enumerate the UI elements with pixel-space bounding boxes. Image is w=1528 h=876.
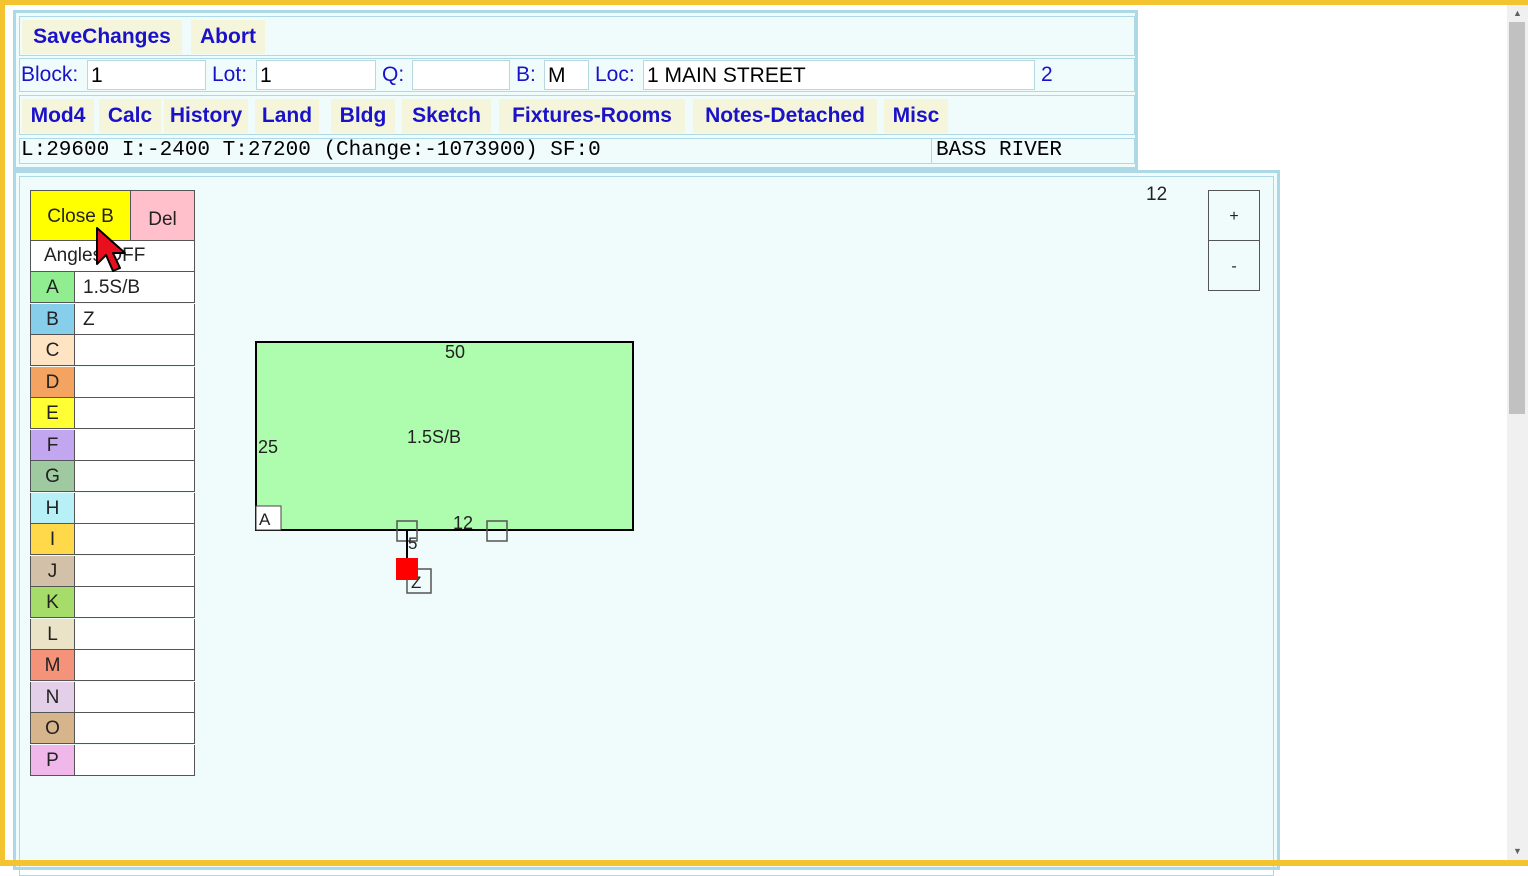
tab-calc[interactable]: Calc (99, 99, 161, 133)
area-letter[interactable]: D (30, 366, 75, 398)
area-letter[interactable]: J (30, 555, 75, 587)
area-code-field[interactable]: Z (75, 303, 195, 335)
area-code-field[interactable]: 1.5S/B (75, 272, 195, 303)
area-row-f[interactable]: F (30, 429, 195, 461)
area-letter[interactable]: G (30, 461, 75, 492)
area-letter[interactable]: K (30, 587, 75, 618)
mouse-pointer-icon (96, 227, 126, 272)
area-row-b[interactable]: BZ (30, 303, 195, 335)
area-code-field[interactable] (75, 429, 195, 461)
area-row-a[interactable]: A 1.5S/B (30, 272, 195, 303)
b-label: B: (516, 63, 536, 86)
scroll-down-icon[interactable]: ▼ (1507, 843, 1528, 860)
area-letter[interactable]: N (30, 681, 75, 713)
status-bar: L:29600 I:-2400 T:27200 (Change:-1073900… (19, 138, 1135, 164)
area-code-field[interactable] (75, 713, 195, 744)
block-label: Block: (21, 63, 79, 86)
block-field[interactable]: 1 (87, 60, 206, 90)
action-bar: SaveChanges Abort (19, 16, 1135, 56)
area-row-o[interactable]: O (30, 713, 195, 744)
area-code-field[interactable] (75, 555, 195, 587)
area-code-field[interactable] (75, 681, 195, 713)
area-code-field[interactable] (75, 366, 195, 398)
valuation-summary: L:29600 I:-2400 T:27200 (Change:-1073900… (21, 139, 601, 162)
area-code-field[interactable] (75, 461, 195, 492)
tab-misc[interactable]: Misc (884, 99, 948, 133)
area-code-field[interactable] (75, 618, 195, 650)
area-row-d[interactable]: D (30, 366, 195, 398)
area-letter[interactable]: C (30, 335, 75, 366)
location-label: Loc: (595, 63, 635, 86)
area-row-h[interactable]: H (30, 492, 195, 524)
tab-bar: Mod4 Calc History Land Bldg Sketch Fixtu… (19, 95, 1135, 135)
record-header-panel: SaveChanges Abort Block: 1 Lot: 1 Q: B: … (13, 10, 1138, 170)
area-code-field[interactable] (75, 492, 195, 524)
zoom-level: 12 (1146, 184, 1168, 205)
area-letter[interactable]: P (30, 744, 75, 776)
b-field[interactable]: M (544, 60, 589, 90)
q-field[interactable] (412, 60, 510, 90)
scrollbar-thumb[interactable] (1509, 22, 1525, 414)
area-letter[interactable]: A (30, 272, 75, 303)
card-number: 2 (1041, 63, 1053, 86)
area-row-e[interactable]: E (30, 398, 195, 429)
tab-bldg[interactable]: Bldg (331, 99, 395, 133)
delete-button[interactable]: Del (131, 190, 195, 241)
tab-mod4[interactable]: Mod4 (22, 99, 94, 133)
sketch-canvas-area[interactable] (19, 176, 1274, 876)
vertical-scrollbar[interactable]: ▲ ▼ (1507, 5, 1528, 860)
tab-fixtures-rooms[interactable]: Fixtures-Rooms (499, 99, 685, 133)
area-letter[interactable]: E (30, 398, 75, 429)
record-fields-bar: Block: 1 Lot: 1 Q: B: M Loc: 1 MAIN STRE… (19, 58, 1135, 92)
area-code-field[interactable] (75, 650, 195, 681)
zoom-in-button[interactable]: + (1208, 190, 1260, 241)
area-row-g[interactable]: G (30, 461, 195, 492)
save-changes-button[interactable]: SaveChanges (22, 20, 182, 54)
lot-field[interactable]: 1 (256, 60, 376, 90)
sketch-panel (13, 170, 1280, 876)
area-letter[interactable]: F (30, 429, 75, 461)
area-letter[interactable]: L (30, 618, 75, 650)
area-row-l[interactable]: L (30, 618, 195, 650)
tab-land[interactable]: Land (255, 99, 319, 133)
area-row-p[interactable]: P (30, 744, 195, 776)
town-name: BASS RIVER (936, 139, 1063, 162)
area-letter[interactable]: O (30, 713, 75, 744)
area-row-j[interactable]: J (30, 555, 195, 587)
area-code-field[interactable] (75, 744, 195, 776)
area-letter[interactable]: B (30, 303, 75, 335)
area-row-n[interactable]: N (30, 681, 195, 713)
tab-sketch[interactable]: Sketch (402, 99, 491, 133)
lot-label: Lot: (212, 63, 248, 86)
area-row-m[interactable]: M (30, 650, 195, 681)
area-letter[interactable]: M (30, 650, 75, 681)
abort-button[interactable]: Abort (191, 20, 265, 54)
area-row-i[interactable]: I (30, 524, 195, 555)
area-row-c[interactable]: C (30, 335, 195, 366)
location-field[interactable]: 1 MAIN STREET (643, 60, 1035, 90)
q-label: Q: (382, 63, 405, 86)
area-letter[interactable]: I (30, 524, 75, 555)
scroll-up-icon[interactable]: ▲ (1507, 5, 1528, 22)
area-code-field[interactable] (75, 524, 195, 555)
area-letter[interactable]: H (30, 492, 75, 524)
area-row-k[interactable]: K (30, 587, 195, 618)
tab-history[interactable]: History (164, 99, 248, 133)
area-code-field[interactable] (75, 587, 195, 618)
zoom-out-button[interactable]: - (1208, 240, 1260, 291)
area-code-field[interactable] (75, 398, 195, 429)
tab-notes-detached[interactable]: Notes-Detached (693, 99, 877, 133)
area-code-field[interactable] (75, 335, 195, 366)
